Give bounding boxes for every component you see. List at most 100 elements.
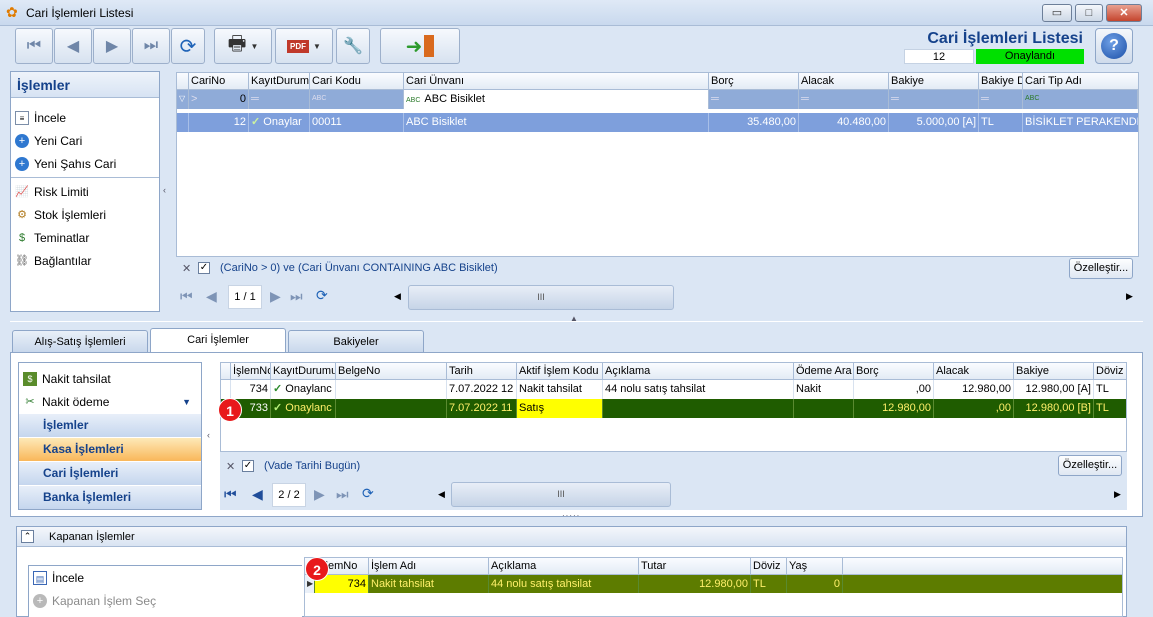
last-page-icon[interactable]: ⏭ xyxy=(290,288,303,305)
col-aciklama[interactable]: Açıklama xyxy=(489,558,639,574)
col-doviz[interactable]: Döviz xyxy=(751,558,787,574)
refresh-button[interactable]: ⟳ xyxy=(171,28,205,64)
horizontal-scrollbar[interactable]: III xyxy=(451,482,671,507)
filter-expression[interactable]: (Vade Tarihi Bugün) xyxy=(264,460,360,472)
action-closed-inspect[interactable]: ▤ İncele xyxy=(29,566,302,589)
settings-button[interactable]: 🔧 xyxy=(336,28,370,64)
filter-expression[interactable]: (CariNo > 0) ve (Cari Ünvanı CONTAINING … xyxy=(220,262,498,274)
action-inspect[interactable]: ≡ İncele xyxy=(11,106,159,129)
help-button[interactable]: ? xyxy=(1095,28,1133,64)
next-record-button[interactable]: ▶ xyxy=(93,28,131,64)
col-carino[interactable]: CariNo xyxy=(189,73,249,89)
horizontal-scrollbar[interactable]: III xyxy=(408,285,674,310)
prev-page-icon[interactable]: ◀ xyxy=(206,288,217,305)
col-alacak[interactable]: Alacak xyxy=(934,363,1014,379)
scroll-left-icon[interactable]: ◀ xyxy=(438,489,445,500)
minimize-button[interactable]: ▭ xyxy=(1042,4,1072,22)
action-stock[interactable]: ⚙ Stok İşlemleri xyxy=(11,203,159,226)
col-alacak[interactable]: Alacak xyxy=(799,73,889,89)
col-kayitdurumu[interactable]: KayıtDurumu xyxy=(249,73,310,89)
action-select-closed[interactable]: + Kapanan İşlem Seç xyxy=(29,589,302,612)
collapse-arrow-icon[interactable]: ‹ xyxy=(163,185,166,195)
action-links[interactable]: ⛓ Bağlantılar xyxy=(11,249,159,272)
record-count: 12 xyxy=(904,49,974,64)
action-risk-limit[interactable]: 📈 Risk Limiti xyxy=(11,180,159,203)
scroll-right-icon[interactable]: ▶ xyxy=(1126,291,1133,302)
col-doviz[interactable]: Döviz xyxy=(1094,363,1126,379)
action-cash-payment[interactable]: ✂ Nakit ödeme ▼ xyxy=(19,390,201,413)
col-kayitdurumu[interactable]: KayıtDurumu xyxy=(271,363,336,379)
prev-record-button[interactable]: ◀ xyxy=(54,28,92,64)
table-row[interactable]: 734 ✓ Onaylanc 7.07.2022 12 Nakit tahsil… xyxy=(221,380,1126,399)
close-button[interactable]: ✕ xyxy=(1106,4,1142,22)
cell-odeme xyxy=(794,399,854,418)
next-page-icon[interactable]: ▶ xyxy=(270,288,281,305)
col-borc[interactable]: Borç xyxy=(709,73,799,89)
col-islemno[interactable]: İşlemNo xyxy=(231,363,271,379)
next-page-icon[interactable]: ▶ xyxy=(314,486,325,503)
prev-page-icon[interactable]: ◀ xyxy=(252,486,263,503)
scroll-right-icon[interactable]: ▶ xyxy=(1114,489,1121,500)
nav-islemler[interactable]: İşlemler xyxy=(19,413,201,437)
dropdown-arrow-icon[interactable]: ▼ xyxy=(182,397,191,407)
first-page-icon[interactable]: ⏮ xyxy=(180,288,193,305)
last-page-icon[interactable]: ⏭ xyxy=(336,486,349,503)
action-cash-collection[interactable]: $ Nakit tahsilat xyxy=(19,367,201,390)
col-aktif-islem-kodu[interactable]: Aktif İşlem Kodu xyxy=(517,363,603,379)
first-record-button[interactable]: ⏮ xyxy=(15,28,53,64)
nav-kasa-islemleri[interactable]: Kasa İşlemleri xyxy=(19,437,201,461)
filter-carikodu[interactable]: ABC xyxy=(310,90,404,109)
tab-alis-satis[interactable]: Alış-Satış İşlemleri xyxy=(12,330,148,352)
col-yas[interactable]: Yaş xyxy=(787,558,843,574)
tab-bakiyeler[interactable]: Bakiyeler xyxy=(288,330,424,352)
clear-filter-icon[interactable]: ✕ xyxy=(182,262,191,275)
customize-button[interactable]: Özelleştir... xyxy=(1069,258,1133,279)
maximize-button[interactable]: □ xyxy=(1075,4,1103,22)
col-bakiye[interactable]: Bakiye xyxy=(889,73,979,89)
filter-alacak[interactable]: ═ xyxy=(799,90,889,109)
col-cariunvani[interactable]: Cari Ünvanı xyxy=(404,73,709,89)
nav-banka-islemleri[interactable]: Banka İşlemleri xyxy=(19,485,201,509)
filter-enabled-checkbox[interactable]: ✓ xyxy=(242,460,254,472)
help-icon: ? xyxy=(1101,33,1127,59)
table-row-selected[interactable]: 733 ✓ Onaylanc 7.07.2022 11 Satış 12.980… xyxy=(221,399,1126,418)
filter-caritipadi[interactable]: ABC xyxy=(1023,90,1138,109)
export-pdf-button[interactable]: PDF ▼ xyxy=(275,28,333,64)
action-collateral[interactable]: $ Teminatlar xyxy=(11,226,159,249)
print-button[interactable]: 🖶 ▼ xyxy=(214,28,272,64)
splitter-grip-icon[interactable]: ····· xyxy=(562,511,580,520)
clear-filter-icon[interactable]: ✕ xyxy=(226,460,235,473)
filter-row[interactable]: ▽ >0 ═ ABC ABC ABC Bisiklet ═ ═ ═ ═ ABC xyxy=(177,90,1138,109)
filter-bakiye[interactable]: ═ xyxy=(889,90,979,109)
col-aciklama[interactable]: Açıklama xyxy=(603,363,794,379)
table-row-selected[interactable]: ▶ 734 Nakit tahsilat 44 nolu satış tahsi… xyxy=(305,575,1122,593)
col-odeme[interactable]: Ödeme Ara xyxy=(794,363,854,379)
scroll-left-icon[interactable]: ◀ xyxy=(394,291,401,302)
tab-cari-islemler[interactable]: Cari İşlemler xyxy=(150,328,286,353)
col-bakiye-d[interactable]: Bakiye D xyxy=(979,73,1023,89)
filter-borc[interactable]: ═ xyxy=(709,90,799,109)
customize-button[interactable]: Özelleştir... xyxy=(1058,455,1122,476)
exit-button[interactable]: ➜ xyxy=(380,28,460,64)
col-tutar[interactable]: Tutar xyxy=(639,558,751,574)
filter-kayitdurumu[interactable]: ═ xyxy=(249,90,310,109)
col-bakiye[interactable]: Bakiye xyxy=(1014,363,1094,379)
filter-enabled-checkbox[interactable]: ✓ xyxy=(198,262,210,274)
action-new-account[interactable]: + Yeni Cari xyxy=(11,129,159,152)
first-page-icon[interactable]: ⏮ xyxy=(224,486,237,503)
col-tarih[interactable]: Tarih xyxy=(447,363,517,379)
table-row[interactable]: 12 ✓ Onaylar 00011 ABC Bisiklet 35.480,0… xyxy=(177,113,1138,132)
col-carikodu[interactable]: Cari Kodu xyxy=(310,73,404,89)
col-islemadi[interactable]: İşlem Adı xyxy=(369,558,489,574)
filter-bakiye-d[interactable]: ═ xyxy=(979,90,1023,109)
collapse-arrow-icon[interactable]: ‹ xyxy=(207,430,210,440)
last-record-button[interactable]: ⏭ xyxy=(132,28,170,64)
nav-cari-islemleri[interactable]: Cari İşlemleri xyxy=(19,461,201,485)
action-new-person-account[interactable]: + Yeni Şahıs Cari xyxy=(11,152,159,175)
collapse-section-icon[interactable]: ⌃ xyxy=(21,530,34,543)
refresh-page-icon[interactable]: ⟳ xyxy=(362,485,374,502)
col-caritipadi[interactable]: Cari Tip Adı xyxy=(1023,73,1138,89)
refresh-page-icon[interactable]: ⟳ xyxy=(316,287,328,304)
col-borc[interactable]: Borç xyxy=(854,363,934,379)
col-belgeno[interactable]: BelgeNo xyxy=(336,363,447,379)
